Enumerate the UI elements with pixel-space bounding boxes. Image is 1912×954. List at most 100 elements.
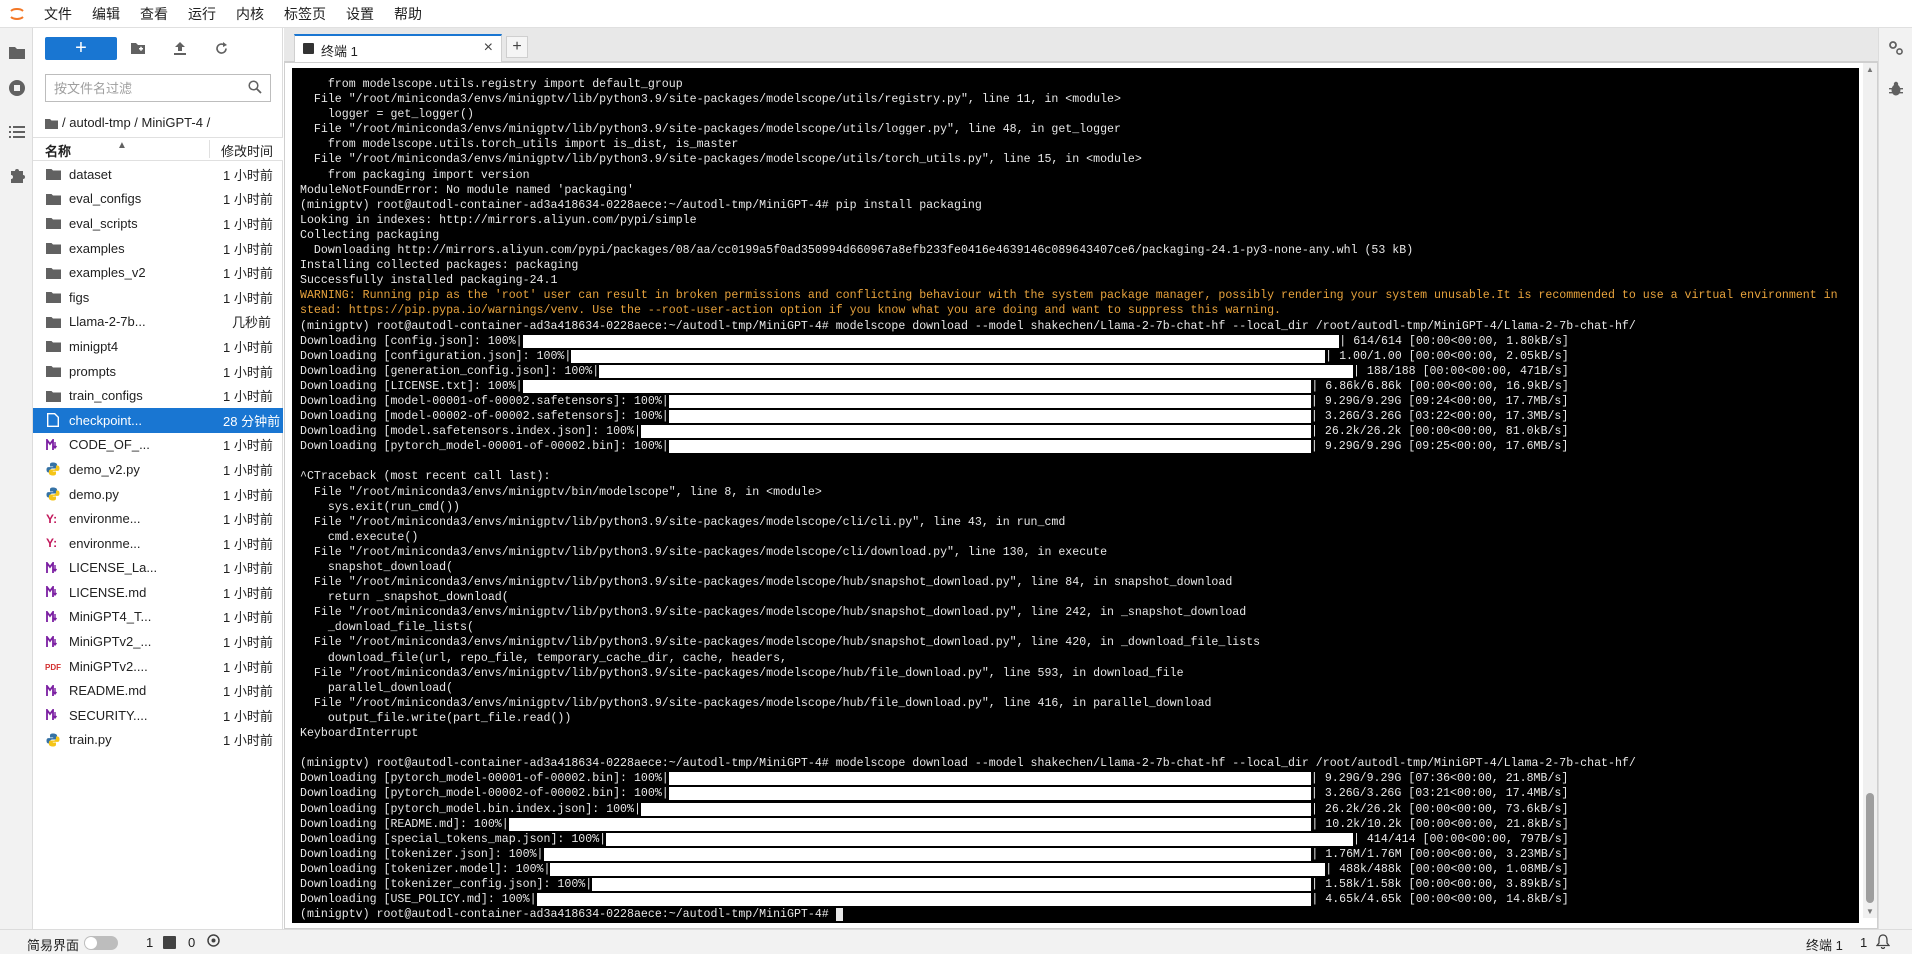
folder-icon: [44, 214, 62, 232]
progress-stats: | 10.2k/10.2k [00:00<00:00, 21.8kB/s]: [1311, 817, 1569, 831]
file-row[interactable]: dataset 1 小时前: [33, 162, 283, 187]
progress-bar-fill: [536, 893, 1312, 907]
new-launcher-button[interactable]: +: [45, 37, 117, 60]
new-folder-icon[interactable]: [128, 38, 148, 58]
terminal-count[interactable]: 0: [188, 935, 195, 950]
progress-label: Downloading [special_tokens_map.json]: 1…: [300, 832, 607, 846]
menu-tabs[interactable]: 标签页: [274, 0, 336, 28]
file-row[interactable]: eval_configs 1 小时前: [33, 187, 283, 212]
file-row[interactable]: train_configs 1 小时前: [33, 383, 283, 408]
progress-bar-fill: [592, 877, 1312, 891]
terminal-line: download_file(url, repo_file, temporary_…: [300, 651, 1838, 666]
terminal-line: _download_file_lists(: [300, 620, 1838, 635]
terminal-progress-line: Downloading [pytorch_model-00001-of-0000…: [300, 439, 1838, 454]
refresh-icon[interactable]: [211, 38, 231, 58]
breadcrumb-root[interactable]: /: [62, 112, 66, 134]
file-row[interactable]: README.md 1 小时前: [33, 678, 283, 703]
file-row[interactable]: demo.py 1 小时前: [33, 482, 283, 507]
progress-label: Downloading [README.md]: 100%|: [300, 817, 509, 831]
file-row[interactable]: checkpoint... 28 分钟前: [33, 407, 283, 433]
file-row[interactable]: examples 1 小时前: [33, 236, 283, 261]
running-stop-icon[interactable]: [6, 77, 28, 99]
add-tab-button[interactable]: +: [506, 36, 528, 58]
terminal-text: from packaging import version: [300, 168, 530, 182]
breadcrumb-minigpt4[interactable]: MiniGPT-4: [142, 112, 203, 134]
file-row[interactable]: Y: environme... 1 小时前: [33, 531, 283, 556]
debugger-bug-icon[interactable]: [1886, 79, 1906, 99]
menu-help[interactable]: 帮助: [384, 0, 432, 28]
markdown-icon: [44, 633, 62, 651]
app-window: 文件 编辑 查看 运行 内核 标签页 设置 帮助 + 按文件名过滤 / auto…: [0, 0, 1912, 954]
menu-run[interactable]: 运行: [178, 0, 226, 28]
kernel-count[interactable]: 1: [146, 935, 153, 950]
terminal-text: File "/root/miniconda3/envs/minigptv/lib…: [300, 93, 1121, 107]
terminal-text: File "/root/miniconda3/envs/minigptv/lib…: [300, 545, 1108, 559]
toc-list-icon[interactable]: [6, 121, 28, 143]
terminal-scrollbar[interactable]: ▲ ▼: [1863, 63, 1877, 918]
column-name-header[interactable]: 名称: [45, 141, 71, 160]
property-inspector-gear-icon[interactable]: [1886, 38, 1906, 58]
notification-count[interactable]: 1: [1860, 935, 1867, 950]
menu-settings[interactable]: 设置: [336, 0, 384, 28]
menu-kernel[interactable]: 内核: [226, 0, 274, 28]
scrollbar-thumb[interactable]: [1866, 793, 1874, 903]
breadcrumb-autodl-tmp[interactable]: autodl-tmp: [69, 112, 130, 134]
file-row[interactable]: train.py 1 小时前: [33, 728, 283, 753]
file-row[interactable]: Llama-2-7b... 几秒前: [33, 310, 283, 335]
file-row[interactable]: minigpt4 1 小时前: [33, 334, 283, 359]
file-row[interactable]: eval_scripts 1 小时前: [33, 211, 283, 236]
python-icon: [44, 731, 62, 749]
file-modified-time: 1 小时前: [223, 438, 273, 454]
file-row[interactable]: MiniGPTv2_... 1 小时前: [33, 629, 283, 654]
file-row[interactable]: LICENSE.md 1 小时前: [33, 580, 283, 605]
file-row[interactable]: MiniGPT4_T... 1 小时前: [33, 605, 283, 630]
file-icon: [44, 411, 62, 429]
progress-label: Downloading [generation_config.json]: 10…: [300, 364, 600, 378]
scroll-up-icon[interactable]: ▲: [1866, 65, 1874, 74]
file-row[interactable]: LICENSE_La... 1 小时前: [33, 556, 283, 581]
file-row[interactable]: SECURITY.... 1 小时前: [33, 703, 283, 728]
terminal-line: (minigptv) root@autodl-container-ad3a418…: [300, 198, 1838, 213]
terminal-text: File "/root/miniconda3/envs/minigptv/lib…: [300, 636, 1261, 650]
terminal-text: File "/root/miniconda3/envs/minigptv/lib…: [300, 666, 1184, 680]
file-modified-time: 1 小时前: [223, 659, 273, 675]
scroll-down-icon[interactable]: ▼: [1866, 907, 1874, 916]
svg-text:Y:: Y:: [46, 536, 57, 550]
file-row[interactable]: CODE_OF_... 1 小时前: [33, 433, 283, 458]
terminal-text: from modelscope.utils.registry import de…: [300, 78, 683, 91]
progress-bar-fill: [599, 364, 1353, 378]
file-row[interactable]: demo_v2.py 1 小时前: [33, 457, 283, 482]
upload-icon[interactable]: [170, 38, 190, 58]
progress-label: Downloading [configuration.json]: 100%|: [300, 349, 572, 363]
column-modified-header[interactable]: 修改时间: [221, 141, 273, 160]
folder-icon[interactable]: [6, 41, 28, 63]
menu-edit[interactable]: 编辑: [82, 0, 130, 28]
extension-puzzle-icon[interactable]: [6, 164, 28, 186]
terminal-cursor: [835, 908, 843, 922]
file-row[interactable]: PDF MiniGPTv2.... 1 小时前: [33, 654, 283, 679]
terminal-line: File "/root/miniconda3/envs/minigptv/lib…: [300, 92, 1838, 107]
folder-icon: [44, 165, 62, 183]
tab-terminal-1[interactable]: 终端 1 ×: [294, 34, 502, 62]
terminal[interactable]: from modelscope.utils.registry import de…: [292, 68, 1859, 923]
terminal-line: ^CTraceback (most recent call last):: [300, 469, 1838, 484]
gear-icon[interactable]: [206, 933, 222, 949]
bell-icon[interactable]: [1875, 934, 1892, 950]
terminal-line: KeyboardInterrupt: [300, 726, 1838, 741]
file-row[interactable]: figs 1 小时前: [33, 285, 283, 310]
file-row[interactable]: Y: environme... 1 小时前: [33, 506, 283, 531]
menu-file[interactable]: 文件: [34, 0, 82, 28]
progress-stats: | 9.29G/9.29G [07:36<00:00, 21.8MB/s]: [1310, 772, 1569, 786]
menu-view[interactable]: 查看: [130, 0, 178, 28]
filter-input[interactable]: [46, 75, 236, 101]
progress-stats: | 1.76M/1.76M [00:00<00:00, 3.23MB/s]: [1311, 847, 1569, 861]
file-row[interactable]: examples_v2 1 小时前: [33, 260, 283, 285]
progress-label: Downloading [pytorch_model.bin.index.jso…: [300, 802, 641, 816]
terminal-line: Installing collected packages: packaging: [300, 258, 1838, 273]
close-icon[interactable]: ×: [484, 39, 493, 57]
terminal-icon[interactable]: [163, 936, 176, 949]
simple-mode-toggle[interactable]: [84, 936, 118, 950]
progress-label: Downloading [model-00001-of-00002.safete…: [300, 394, 669, 408]
file-row[interactable]: prompts 1 小时前: [33, 359, 283, 384]
progress-bar-fill: [550, 862, 1326, 876]
